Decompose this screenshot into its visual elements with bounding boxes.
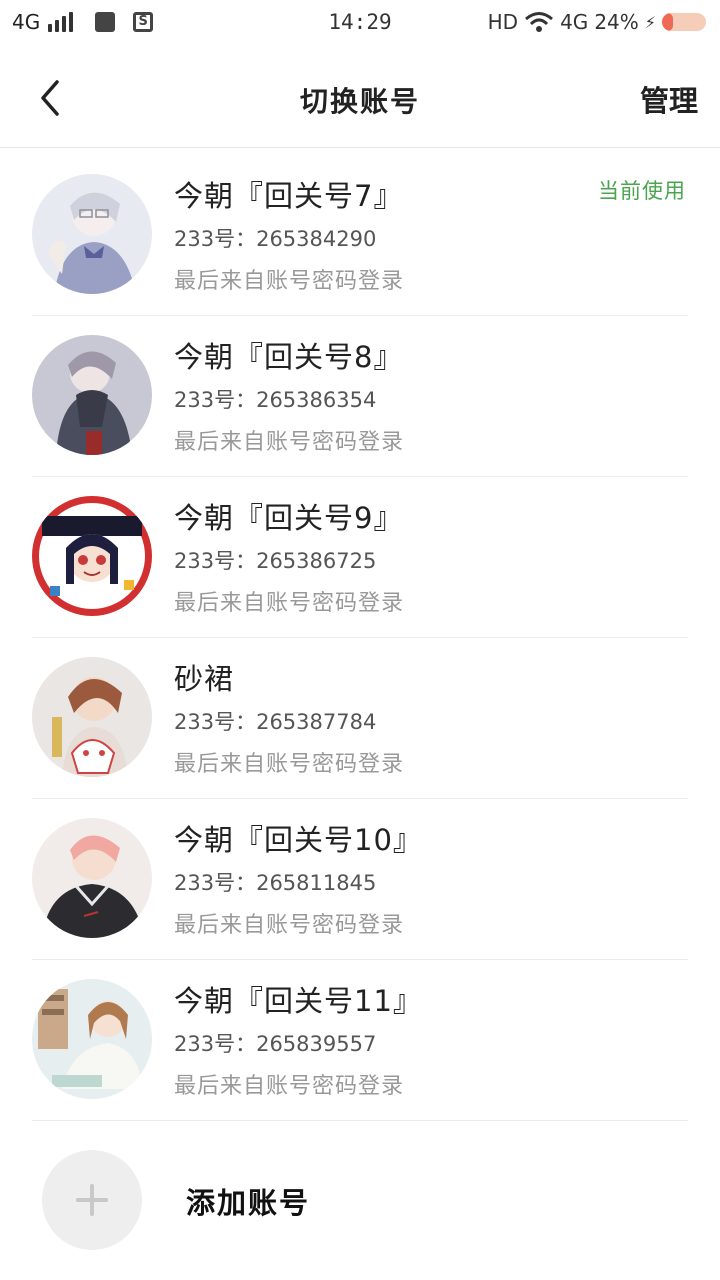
last-login-method: 最后来自账号密码登录: [174, 269, 405, 294]
account-name: 今朝『回关号7』: [174, 179, 404, 213]
avatar: [32, 174, 152, 294]
status-right: HD 4G 24% ⚡: [488, 10, 706, 34]
account-id: 233号：265811845: [174, 871, 377, 895]
account-name: 今朝『回关号9』: [174, 501, 404, 535]
top-app-bar: 切换账号 管理: [0, 48, 720, 148]
last-login-method: 最后来自账号密码登录: [174, 591, 405, 616]
avatar: [32, 335, 152, 455]
account-name: 今朝『回关号11』: [174, 984, 423, 1018]
account-item[interactable]: 今朝『回关号11』 233号：265839557 最后来自账号密码登录: [32, 960, 688, 1121]
account-id: 233号：265386725: [174, 549, 377, 573]
account-item[interactable]: 砂裙 233号：265387784 最后来自账号密码登录: [32, 638, 688, 799]
last-login-method: 最后来自账号密码登录: [174, 1074, 405, 1099]
account-id: 233号：265384290: [174, 227, 377, 251]
account-id: 233号：265839557: [174, 1032, 377, 1056]
battery-percent: 24%: [594, 10, 639, 34]
account-item[interactable]: 今朝『回关号7』 233号：265384290 最后来自账号密码登录 当前使用: [32, 155, 688, 316]
last-login-method: 最后来自账号密码登录: [174, 913, 405, 938]
charging-icon: ⚡: [644, 12, 656, 32]
avatar: [32, 496, 152, 616]
battery-icon: [662, 13, 706, 31]
current-account-badge: 当前使用: [598, 179, 686, 203]
status-bar: 4G S 14:29 HD 4G 24% ⚡: [0, 0, 720, 48]
add-account-button[interactable]: 添加账号: [32, 1140, 688, 1260]
last-login-method: 最后来自账号密码登录: [174, 752, 405, 777]
account-list: 今朝『回关号7』 233号：265384290 最后来自账号密码登录 当前使用 …: [0, 155, 720, 1121]
account-item[interactable]: 今朝『回关号9』 233号：265386725 最后来自账号密码登录: [32, 477, 688, 638]
last-login-method: 最后来自账号密码登录: [174, 430, 405, 455]
avatar: [32, 657, 152, 777]
network-type-right: 4G: [560, 10, 589, 34]
account-name: 砂裙: [174, 662, 235, 696]
avatar: [32, 818, 152, 938]
hd-indicator: HD: [487, 10, 519, 34]
add-account-label: 添加账号: [186, 1186, 311, 1220]
wifi-icon: [525, 12, 554, 32]
account-id: 233号：265387784: [174, 710, 377, 734]
account-name: 今朝『回关号10』: [174, 823, 423, 857]
account-id: 233号：265386354: [174, 388, 377, 412]
account-name: 今朝『回关号8』: [174, 340, 404, 374]
page-title: 切换账号: [299, 85, 420, 118]
avatar: [32, 979, 152, 1099]
manage-button[interactable]: 管理: [640, 78, 698, 120]
plus-icon: [42, 1150, 142, 1250]
account-item[interactable]: 今朝『回关号10』 233号：265811845 最后来自账号密码登录: [32, 799, 688, 960]
account-item[interactable]: 今朝『回关号8』 233号：265386354 最后来自账号密码登录: [32, 316, 688, 477]
